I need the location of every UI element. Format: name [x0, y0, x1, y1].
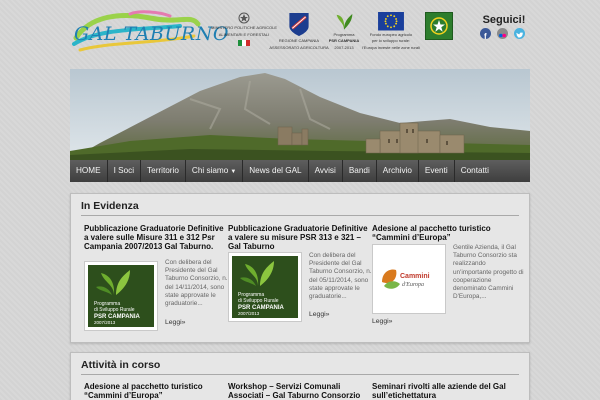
- page: GAL TABURNO MINISTERO POLITICHE AGRICOLE…: [0, 0, 600, 400]
- thumb-line2: di Sviluppo Rurale: [94, 307, 135, 313]
- section-divider: [81, 374, 519, 375]
- nav-eventi[interactable]: Eventi: [419, 160, 455, 182]
- psr-caption-1: Programma: [333, 31, 355, 37]
- attivita-card-1: Adesione al pacchetto turistico “Cammini…: [84, 382, 230, 400]
- card-3-thumbnail[interactable]: Cammini d'Europa: [372, 244, 446, 314]
- leader-logo[interactable]: [424, 12, 454, 50]
- thumb-line4: 2007/2013: [238, 311, 260, 316]
- campania-shield-icon: [289, 12, 309, 37]
- eu-caption-2: per lo sviluppo rurale:: [371, 38, 411, 43]
- psr-caption-3: 2007-2013: [334, 44, 354, 50]
- cammini-europa-logo-icon: Cammini d'Europa: [376, 248, 442, 310]
- regione-campania-logo[interactable]: REGIONE CAMPANIA ASSESSORATO AGRICOLTURA: [269, 12, 329, 50]
- nav-avvisi[interactable]: Avvisi: [309, 160, 343, 182]
- evidenza-card-1: Pubblicazione Graduatorie Definitive a v…: [84, 224, 230, 251]
- social-title: Seguici!: [482, 14, 526, 26]
- nav-news[interactable]: News del GAL: [243, 160, 309, 182]
- thumb-line4: 2007/2013: [94, 320, 116, 325]
- leaf-icon: [336, 13, 353, 30]
- eu-flag-icon: [378, 12, 404, 31]
- card-3-excerpt: Gentile Azienda, il Gal Taburno Consorzi…: [453, 244, 524, 301]
- attivita-card-2: Workshop – Servizi Comunali Associati – …: [228, 382, 374, 400]
- card-2-excerpt: Con delibera del Presidente del Gal Tabu…: [309, 252, 376, 301]
- evidenza-title: In Evidenza: [81, 200, 139, 212]
- regione-caption-2: ASSESSORATO AGRICOLTURA: [269, 44, 329, 50]
- attivita-title: Attività in corso: [81, 359, 161, 371]
- psr-campania-logo[interactable]: Programma PSR CAMPANIA 2007-2013: [324, 12, 364, 50]
- eu-caption-3: l'Europa investe nelle zone rurali: [362, 44, 420, 50]
- gal-taburno-logo[interactable]: GAL TABURNO: [70, 8, 228, 54]
- main-nav: HOME I Soci Territorio Chi siamo ▼ News d…: [70, 160, 530, 182]
- caret-down-icon: ▼: [230, 169, 237, 175]
- section-divider: [81, 215, 519, 216]
- attivita-section: Attività in corso Adesione al pacchetto …: [70, 352, 530, 400]
- italy-flag-icon: [238, 40, 250, 46]
- hero-banner: [70, 69, 530, 160]
- attivita-card-3: Seminari rivolti alle aziende del Gal su…: [372, 382, 518, 400]
- card-title[interactable]: Workshop – Servizi Comunali Associati – …: [228, 382, 374, 400]
- card-title[interactable]: Seminari rivolti alle aziende del Gal su…: [372, 382, 518, 400]
- card-2-thumbnail[interactable]: Programma di Sviluppo Rurale PSR CAMPANI…: [228, 252, 302, 322]
- nav-territorio[interactable]: Territorio: [141, 160, 186, 182]
- nav-archivio[interactable]: Archivio: [377, 160, 419, 182]
- nav-chi-siamo-label: Chi siamo: [191, 166, 229, 175]
- mountain-castle-image: [70, 69, 530, 160]
- psr-leaf-thumb-icon: Programma di Sviluppo Rurale PSR CAMPANI…: [232, 256, 298, 318]
- svg-text:f: f: [484, 32, 487, 41]
- psr-leaf-thumb-icon: Programma di Sviluppo Rurale PSR CAMPANI…: [88, 265, 154, 327]
- nav-chi-siamo[interactable]: Chi siamo ▼: [186, 160, 244, 182]
- nav-contatti[interactable]: Contatti: [455, 160, 495, 182]
- emblem-icon: [238, 12, 250, 24]
- card-1-read-more[interactable]: Leggi»: [165, 319, 185, 326]
- eu-flag-logo[interactable]: Fondo europeo agricolo per lo sviluppo r…: [362, 12, 420, 50]
- ministero-caption-2: ALIMENTARI E FORESTALI: [218, 31, 270, 37]
- psr-caption-2: PSR CAMPANIA: [328, 38, 360, 43]
- twitter-icon[interactable]: [514, 28, 525, 39]
- flickr-icon[interactable]: [497, 28, 508, 39]
- nav-soci[interactable]: I Soci: [108, 160, 142, 182]
- card-title[interactable]: Adesione al pacchetto turistico “Cammini…: [84, 382, 230, 400]
- card-1-excerpt: Con delibera del Presidente del Gal Tabu…: [165, 259, 232, 308]
- evidenza-card-3: Adesione al pacchetto turistico “Cammini…: [372, 224, 518, 242]
- card-1-thumbnail[interactable]: Programma di Sviluppo Rurale PSR CAMPANI…: [84, 261, 158, 331]
- nav-home[interactable]: HOME: [70, 160, 108, 182]
- leader-star-icon: [425, 12, 453, 40]
- card-3-read-more[interactable]: Leggi»: [372, 318, 392, 325]
- logo-text: GAL TABURNO: [74, 23, 229, 45]
- eu-caption-1: Fondo europeo agricolo: [369, 31, 413, 37]
- ministero-logo[interactable]: MINISTERO POLITICHE AGRICOLE ALIMENTARI …: [211, 12, 277, 50]
- evidenza-section: In Evidenza Pubblicazione Graduatorie De…: [70, 193, 530, 343]
- nav-bandi[interactable]: Bandi: [343, 160, 377, 182]
- card-title[interactable]: Adesione al pacchetto turistico “Cammini…: [372, 224, 518, 242]
- thumb-europa: d'Europa: [402, 282, 424, 288]
- card-2-read-more[interactable]: Leggi»: [309, 311, 329, 318]
- facebook-icon[interactable]: f: [480, 28, 491, 41]
- ministero-caption-1: MINISTERO POLITICHE AGRICOLE: [211, 25, 278, 30]
- thumb-line2: di Sviluppo Rurale: [238, 298, 279, 304]
- card-title[interactable]: Pubblicazione Graduatorie Definitive a v…: [84, 224, 230, 251]
- card-title[interactable]: Pubblicazione Graduatorie Definitive a v…: [228, 224, 374, 251]
- thumb-cammini: Cammini: [400, 273, 430, 280]
- regione-caption-1: REGIONE CAMPANIA: [278, 38, 320, 43]
- evidenza-card-2: Pubblicazione Graduatorie Definitive a v…: [228, 224, 374, 251]
